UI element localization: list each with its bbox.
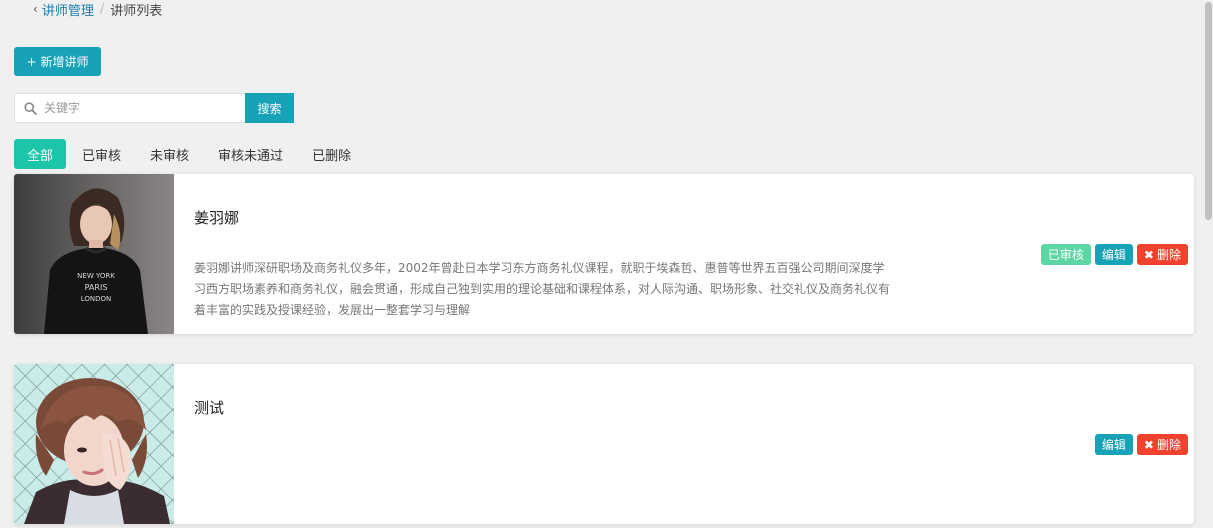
filter-tabs: 全部 已审核 未审核 审核未通过 已删除: [14, 139, 367, 169]
shirt-text-3: LONDON: [81, 295, 112, 303]
lecturer-card: NEW YORK PARIS LONDON 姜羽娜 姜羽娜讲师深研职场及商务礼仪…: [14, 174, 1194, 334]
search-icon: [24, 101, 37, 115]
add-lecturer-label: 新增讲师: [40, 55, 89, 69]
tab-deleted[interactable]: 已删除: [299, 139, 364, 169]
lecturer-photo: NEW YORK PARIS LONDON: [14, 174, 174, 334]
chevron-left-icon[interactable]: ‹: [33, 2, 38, 16]
lecturer-name[interactable]: 姜羽娜: [194, 207, 239, 228]
lecturer-actions: 编辑 ✖ 删除: [1094, 434, 1188, 455]
tab-all[interactable]: 全部: [14, 139, 67, 169]
search-bar: 搜索: [14, 93, 294, 123]
breadcrumb: ‹ 讲师管理 / 讲师列表: [33, 0, 163, 19]
page-scrollbar[interactable]: [1203, 0, 1213, 528]
shirt-text-2: PARIS: [85, 283, 108, 292]
lecturer-photo: [14, 364, 174, 524]
edit-button[interactable]: 编辑: [1094, 244, 1133, 265]
close-x-icon: ✖: [1143, 437, 1154, 452]
delete-button[interactable]: ✖ 删除: [1136, 244, 1188, 265]
breadcrumb-current: 讲师列表: [110, 3, 163, 19]
shirt-text-1: NEW YORK: [77, 272, 115, 280]
tab-unreviewed[interactable]: 未审核: [137, 139, 202, 169]
edit-button[interactable]: 编辑: [1094, 434, 1133, 455]
scrollbar-thumb[interactable]: [1205, 2, 1212, 220]
tab-approved[interactable]: 已审核: [69, 139, 134, 169]
delete-button[interactable]: ✖ 删除: [1136, 434, 1188, 455]
breadcrumb-parent-link[interactable]: 讲师管理: [42, 0, 94, 19]
search-input[interactable]: [44, 94, 234, 122]
status-badge: 已审核: [1040, 244, 1091, 265]
lecturer-card: 测试 编辑 ✖ 删除: [14, 364, 1194, 524]
plus-icon: +: [26, 54, 37, 69]
tab-rejected[interactable]: 审核未通过: [205, 139, 296, 169]
delete-label: 删除: [1156, 438, 1181, 452]
delete-label: 删除: [1156, 248, 1181, 262]
lecturer-description: 姜羽娜讲师深研职场及商务礼仪多年，2002年曾赴日本学习东方商务礼仪课程，就职于…: [194, 261, 891, 317]
lecturer-actions: 已审核 编辑 ✖ 删除: [1040, 244, 1188, 265]
search-button[interactable]: 搜索: [245, 93, 294, 123]
search-field: [14, 93, 245, 123]
breadcrumb-separator: /: [99, 1, 105, 17]
lecturer-name[interactable]: 测试: [194, 397, 224, 418]
close-x-icon: ✖: [1143, 247, 1154, 262]
add-lecturer-button[interactable]: + 新增讲师: [14, 47, 101, 76]
